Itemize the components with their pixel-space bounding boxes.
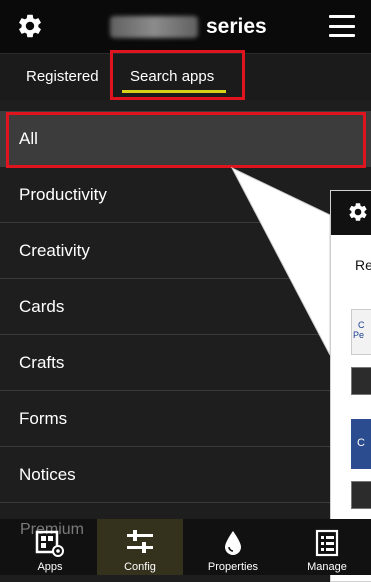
inset-header <box>331 191 371 235</box>
nav-config-label: Config <box>124 561 156 573</box>
category-forms[interactable]: Forms <box>0 391 371 447</box>
category-cards[interactable]: Cards <box>0 279 371 335</box>
nav-manage-label: Manage <box>307 561 347 573</box>
category-productivity[interactable]: Productivity <box>0 167 371 223</box>
inset-gear-icon <box>349 203 367 221</box>
tab-registered[interactable]: Registered <box>26 54 99 100</box>
bottom-navigation: Premium Apps Config Properties Manage <box>0 519 371 575</box>
ink-drop-icon <box>225 531 241 555</box>
inset-app-card-2: C <box>351 419 371 469</box>
search-apps-highlight-box <box>110 50 245 100</box>
inset-button-2 <box>351 481 371 509</box>
category-crafts[interactable]: Crafts <box>0 335 371 391</box>
category-notices[interactable]: Notices <box>0 447 371 503</box>
inset-tab-partial: Re <box>355 257 371 273</box>
gear-icon[interactable] <box>16 12 44 40</box>
app-header: series <box>0 0 371 54</box>
all-category-highlight-box <box>6 112 366 168</box>
nav-apps[interactable]: Apps <box>7 519 93 575</box>
nav-properties[interactable]: Properties <box>190 519 276 575</box>
nav-manage[interactable]: Manage <box>284 519 370 575</box>
printer-title: series <box>110 12 267 42</box>
inset-card-text-2: Pe <box>353 330 365 340</box>
blurred-model-name <box>110 16 198 38</box>
inset-app-card-1: C Pe <box>351 309 371 355</box>
title-series-text: series <box>206 15 267 38</box>
nav-config[interactable]: Config <box>97 519 183 575</box>
apps-icon <box>35 530 64 557</box>
nav-properties-label: Properties <box>207 561 259 573</box>
inset-button-1 <box>351 367 371 395</box>
inset-card-text-1: C <box>358 320 365 330</box>
manage-icon <box>315 529 339 557</box>
nav-apps-label: Apps <box>37 561 63 573</box>
category-list: All Productivity Creativity Cards Crafts… <box>0 111 371 503</box>
hamburger-menu-icon[interactable] <box>329 15 355 37</box>
sliders-icon <box>127 530 153 553</box>
category-creativity[interactable]: Creativity <box>0 223 371 279</box>
inset-card-text-3: C <box>357 437 365 449</box>
